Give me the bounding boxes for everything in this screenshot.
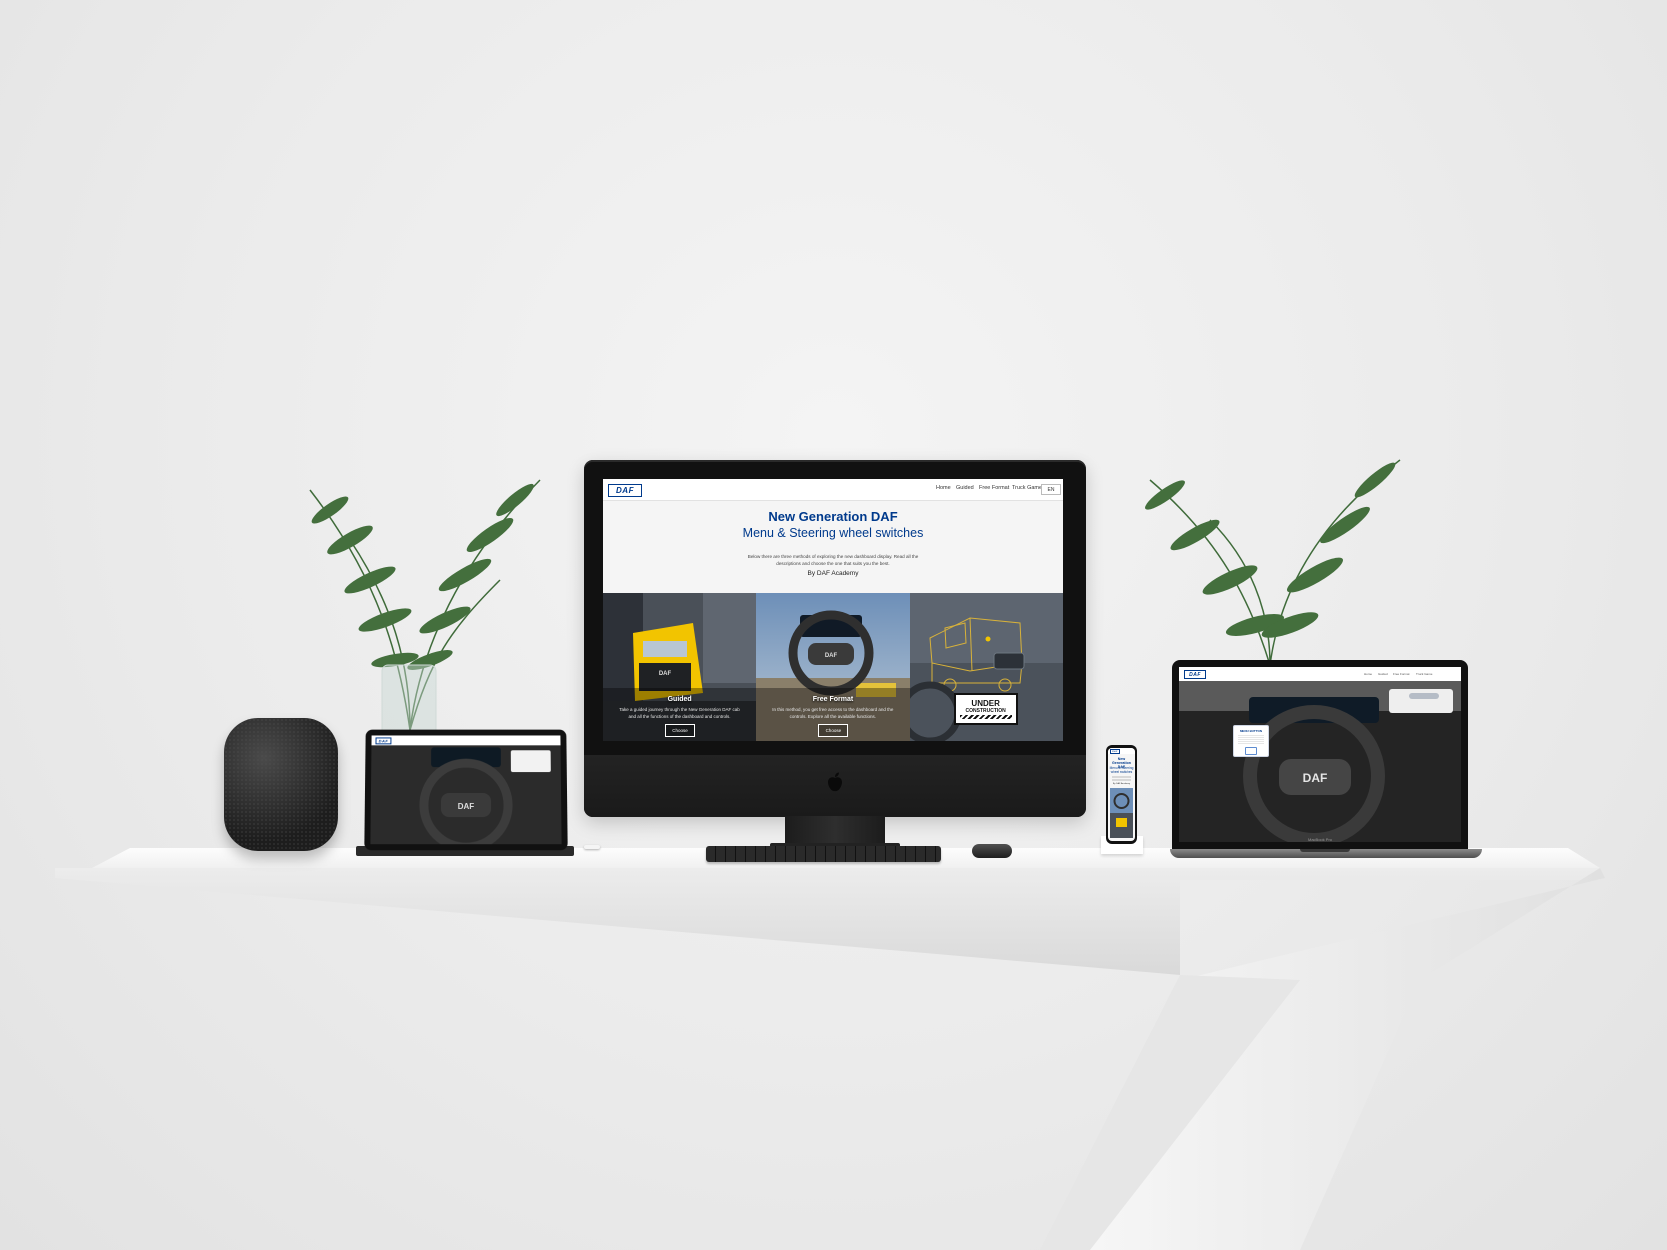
apple-logo-icon: [828, 772, 842, 792]
card-free-format-text: In this method, you get free access to t…: [772, 707, 894, 719]
speaker-mesh: [224, 718, 338, 851]
card-guided-text: Take a guided journey through the New Ge…: [619, 707, 740, 719]
card-free-format-choose-button[interactable]: Choose: [818, 724, 849, 737]
imac-chin: [584, 755, 1086, 817]
page-author: By DAF Academy: [807, 570, 859, 577]
svg-text:DAF: DAF: [1303, 771, 1328, 785]
phone-subtitle: Menu & Steering wheel switches: [1108, 766, 1135, 774]
imac-stand: [785, 816, 885, 846]
phone-title-line1: New Generation: [1112, 757, 1131, 766]
macbook-daf-logo[interactable]: DAF: [1184, 670, 1206, 679]
homepod-speaker: [224, 718, 338, 851]
svg-text:DAF: DAF: [458, 802, 475, 811]
macbook-nav-guided[interactable]: Guided: [1378, 672, 1388, 676]
macbook-nav-home[interactable]: Home: [1364, 672, 1372, 676]
plant-right: [1145, 459, 1401, 666]
phone-site-nav: DAF: [1108, 748, 1135, 754]
card-guided-choose-button[interactable]: Choose: [665, 724, 695, 737]
macbook-lid: DAF Home Guided Free Format Truck Game D…: [1172, 660, 1468, 849]
under-construction-line2: CONSTRUCTION: [965, 708, 1006, 714]
page-title: New Generation DAF: [768, 509, 898, 524]
ipad-steering-wheel-view: DAF: [370, 745, 562, 845]
magic-mouse: [972, 844, 1012, 858]
card-guided-title: Guided: [667, 696, 692, 703]
phone-author: By DAF Academy: [1112, 783, 1131, 785]
macbook-nav-truck-game[interactable]: Truck Game: [1416, 672, 1432, 676]
nav-link-guided[interactable]: Guided: [956, 485, 974, 491]
macbook-site-nav: DAF Home Guided Free Format Truck Game: [1179, 667, 1461, 681]
macbook-nav-free-format[interactable]: Free Format: [1393, 672, 1410, 676]
nav-link-home[interactable]: Home: [936, 485, 951, 491]
site-navbar: DAF Home Guided Free Format Truck Game E…: [603, 479, 1063, 501]
phone-description-lines: [1112, 776, 1131, 782]
macbook-model-label: MacBook Pro: [1307, 837, 1332, 842]
daf-logo[interactable]: DAF: [608, 484, 642, 497]
iphone-screen: DAF New Generation DAF Menu & Steering w…: [1108, 748, 1135, 841]
menu-button-tooltip: MENU BUTTON: [1233, 725, 1269, 757]
ipad-device: DAF DAF: [364, 729, 568, 851]
language-value: EN: [1047, 486, 1055, 493]
language-select[interactable]: EN: [1041, 484, 1061, 495]
magic-keyboard: [706, 846, 941, 862]
card-guided[interactable]: DAF Guided Take a guided journey through…: [603, 593, 757, 741]
macbook-notch: [1300, 849, 1350, 852]
phone-daf-logo[interactable]: DAF: [1110, 749, 1120, 754]
under-construction-line1: UNDER: [971, 699, 1000, 708]
iphone-device: DAF New Generation DAF Menu & Steering w…: [1106, 745, 1137, 844]
svg-text:DAF: DAF: [659, 671, 672, 677]
phone-subtitle-line2: wheel switches: [1110, 770, 1133, 774]
tooltip-title: MENU BUTTON: [1239, 729, 1263, 733]
ipad-site-nav: DAF: [371, 735, 561, 746]
ipad-daf-logo[interactable]: DAF: [375, 737, 392, 745]
phone-card-images: [1110, 788, 1133, 838]
under-construction-badge: UNDER CONSTRUCTION: [953, 693, 1018, 725]
tooltip-text-lines: [1238, 735, 1264, 745]
card-free-format-title: Free Format: [812, 696, 854, 703]
hazard-stripes: [959, 715, 1012, 719]
card-free-format[interactable]: DAF Free Format In this method, you get …: [756, 593, 910, 741]
macbook-screen: DAF Home Guided Free Format Truck Game D…: [1179, 667, 1461, 842]
macbook-cab-view: DAF: [1179, 681, 1461, 842]
ipad-screen: DAF DAF: [370, 735, 562, 845]
nav-link-free-format[interactable]: Free Format: [979, 485, 1009, 491]
page-description: Below there are three methods of explori…: [747, 554, 919, 566]
tooltip-button-icon: [1245, 747, 1257, 755]
imac-screen: DAF Home Guided Free Format Truck Game E…: [603, 479, 1063, 741]
plant-left: [309, 479, 541, 756]
nav-link-truck-game[interactable]: Truck Game: [1012, 485, 1042, 491]
apple-pencil: [584, 845, 600, 849]
page-subtitle: Menu & Steering wheel switches: [742, 526, 924, 540]
card-truck-game: UNDER CONSTRUCTION: [909, 593, 1063, 741]
svg-text:DAF: DAF: [825, 653, 838, 659]
